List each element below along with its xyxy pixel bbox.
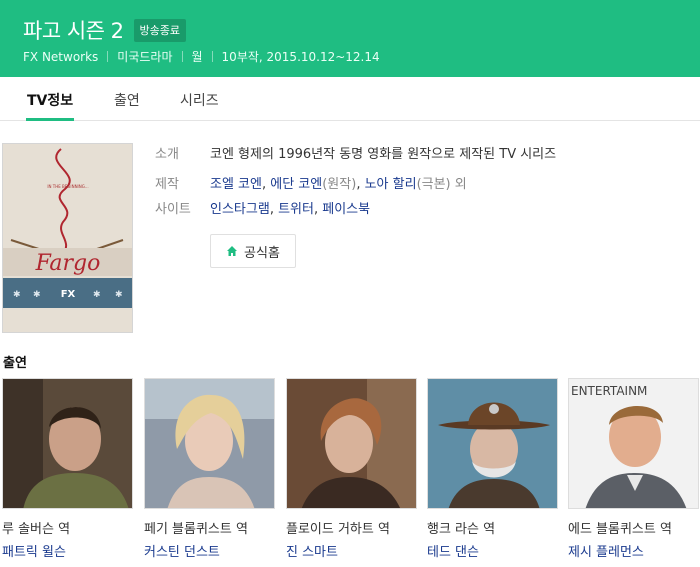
cast-role: 플로이드 거하트 역 xyxy=(286,522,390,537)
program-header: 파고 시즌 2 방송종료 FX Networks 미국드라마 월 10부작, 2… xyxy=(0,0,700,77)
cast-card[interactable]: 플로이드 거하트 역 진 스마트 xyxy=(286,378,417,560)
producer-link[interactable]: 에단 코엔 xyxy=(270,177,322,192)
tab-series[interactable]: 시리즈 xyxy=(180,90,219,110)
actor-photo xyxy=(428,379,557,508)
svg-text:✱: ✱ xyxy=(13,290,21,300)
cast-role: 행크 라슨 역 xyxy=(427,522,496,537)
site-label: 사이트 xyxy=(155,202,191,217)
intro-label: 소개 xyxy=(155,147,179,162)
poster-image: IN THE BEGINNING... Fargo ✱ ✱ ✱ ✱ FX xyxy=(3,144,132,332)
svg-text:✱: ✱ xyxy=(115,290,123,300)
official-home-button[interactable]: 공식홈 xyxy=(210,234,296,268)
cast-card[interactable]: 페기 블롬퀴스트 역 커스틴 던스트 xyxy=(144,378,275,560)
producer-role: (원작) xyxy=(322,177,357,192)
title-row: 파고 시즌 2 방송종료 xyxy=(23,15,186,45)
site-row: 사이트 인스타그램, 트위터, 페이스북 xyxy=(155,198,370,217)
cast-actor-link[interactable]: 커스틴 던스트 xyxy=(144,541,275,560)
cast-photo[interactable]: ENTERTAINM xyxy=(568,378,699,509)
cast-actor-link[interactable]: 제시 플레먼스 xyxy=(568,541,699,560)
poster-network-logo: FX xyxy=(61,289,76,300)
svg-text:✱: ✱ xyxy=(33,290,41,300)
facebook-link[interactable]: 페이스북 xyxy=(322,202,370,217)
tab-tv-info[interactable]: TV정보 xyxy=(27,90,73,110)
episodes-dates-text: 10부작, 2015.10.12~12.14 xyxy=(221,50,380,64)
meta-divider xyxy=(107,51,109,62)
cast-photo[interactable] xyxy=(286,378,417,509)
actor-photo xyxy=(3,379,132,508)
production-row: 제작 조엘 코엔, 에단 코엔(원작), 노아 할리(극본) 외 xyxy=(155,173,467,192)
intro-text: 코엔 형제의 1996년작 동명 영화를 원작으로 제작된 TV 시리즈 xyxy=(210,147,557,162)
cast-role: 페기 블롬퀴스트 역 xyxy=(144,522,248,537)
svg-text:✱: ✱ xyxy=(93,290,101,300)
official-home-label: 공식홈 xyxy=(244,245,280,261)
actor-photo: ENTERTAINM xyxy=(569,379,698,508)
home-icon xyxy=(227,246,238,256)
backdrop-text: ENTERTAINM xyxy=(571,384,647,398)
cast-photo[interactable] xyxy=(427,378,558,509)
producer-role: (극본) 외 xyxy=(416,177,467,192)
site-links: 인스타그램, 트위터, 페이스북 xyxy=(210,202,371,217)
cast-actor-link[interactable]: 패트릭 윌슨 xyxy=(2,541,133,560)
poster-logo: Fargo xyxy=(35,251,101,276)
actor-photo xyxy=(145,379,274,508)
tab-cast[interactable]: 출연 xyxy=(114,90,140,110)
meta-divider xyxy=(211,51,213,62)
program-meta: FX Networks 미국드라마 월 10부작, 2015.10.12~12.… xyxy=(23,48,380,65)
cast-actor-link[interactable]: 진 스마트 xyxy=(286,541,417,560)
program-title[interactable]: 파고 시즌 2 xyxy=(23,15,124,45)
instagram-link[interactable]: 인스타그램 xyxy=(210,202,270,217)
meta-divider xyxy=(181,51,183,62)
network-text: FX Networks xyxy=(23,49,99,64)
cast-actor-link[interactable]: 테드 댄슨 xyxy=(427,541,558,560)
production-label: 제작 xyxy=(155,177,179,192)
cast-card[interactable]: 루 솔버슨 역 패트릭 윌슨 xyxy=(2,378,133,560)
cast-photo[interactable] xyxy=(144,378,275,509)
genre-text: 미국드라마 xyxy=(117,50,173,64)
cast-role: 루 솔버슨 역 xyxy=(2,522,71,537)
broadcast-day-text: 월 xyxy=(191,50,203,64)
production-value: 조엘 코엔, 에단 코엔(원작), 노아 할리(극본) 외 xyxy=(210,177,467,192)
active-tab-indicator xyxy=(26,118,74,121)
twitter-link[interactable]: 트위터 xyxy=(278,202,314,217)
producer-link[interactable]: 조엘 코엔 xyxy=(210,177,262,192)
poster-tagline: IN THE BEGINNING... xyxy=(47,184,88,189)
cast-photo[interactable] xyxy=(2,378,133,509)
cast-card[interactable]: 행크 라슨 역 테드 댄슨 xyxy=(427,378,558,560)
tab-bar: TV정보 출연 시리즈 xyxy=(0,77,700,121)
producer-link[interactable]: 노아 할리 xyxy=(365,177,417,192)
status-badge: 방송종료 xyxy=(133,18,186,42)
actor-photo xyxy=(287,379,416,508)
intro-row: 소개 코엔 형제의 1996년작 동명 영화를 원작으로 제작된 TV 시리즈 xyxy=(155,143,556,162)
cast-role: 에드 블롬퀴스트 역 xyxy=(568,522,672,537)
program-poster[interactable]: IN THE BEGINNING... Fargo ✱ ✱ ✱ ✱ FX xyxy=(2,143,133,333)
cast-card[interactable]: ENTERTAINM 에드 블롬퀴스트 역 제시 플레먼스 xyxy=(568,378,699,560)
cast-heading: 출연 xyxy=(3,356,27,371)
